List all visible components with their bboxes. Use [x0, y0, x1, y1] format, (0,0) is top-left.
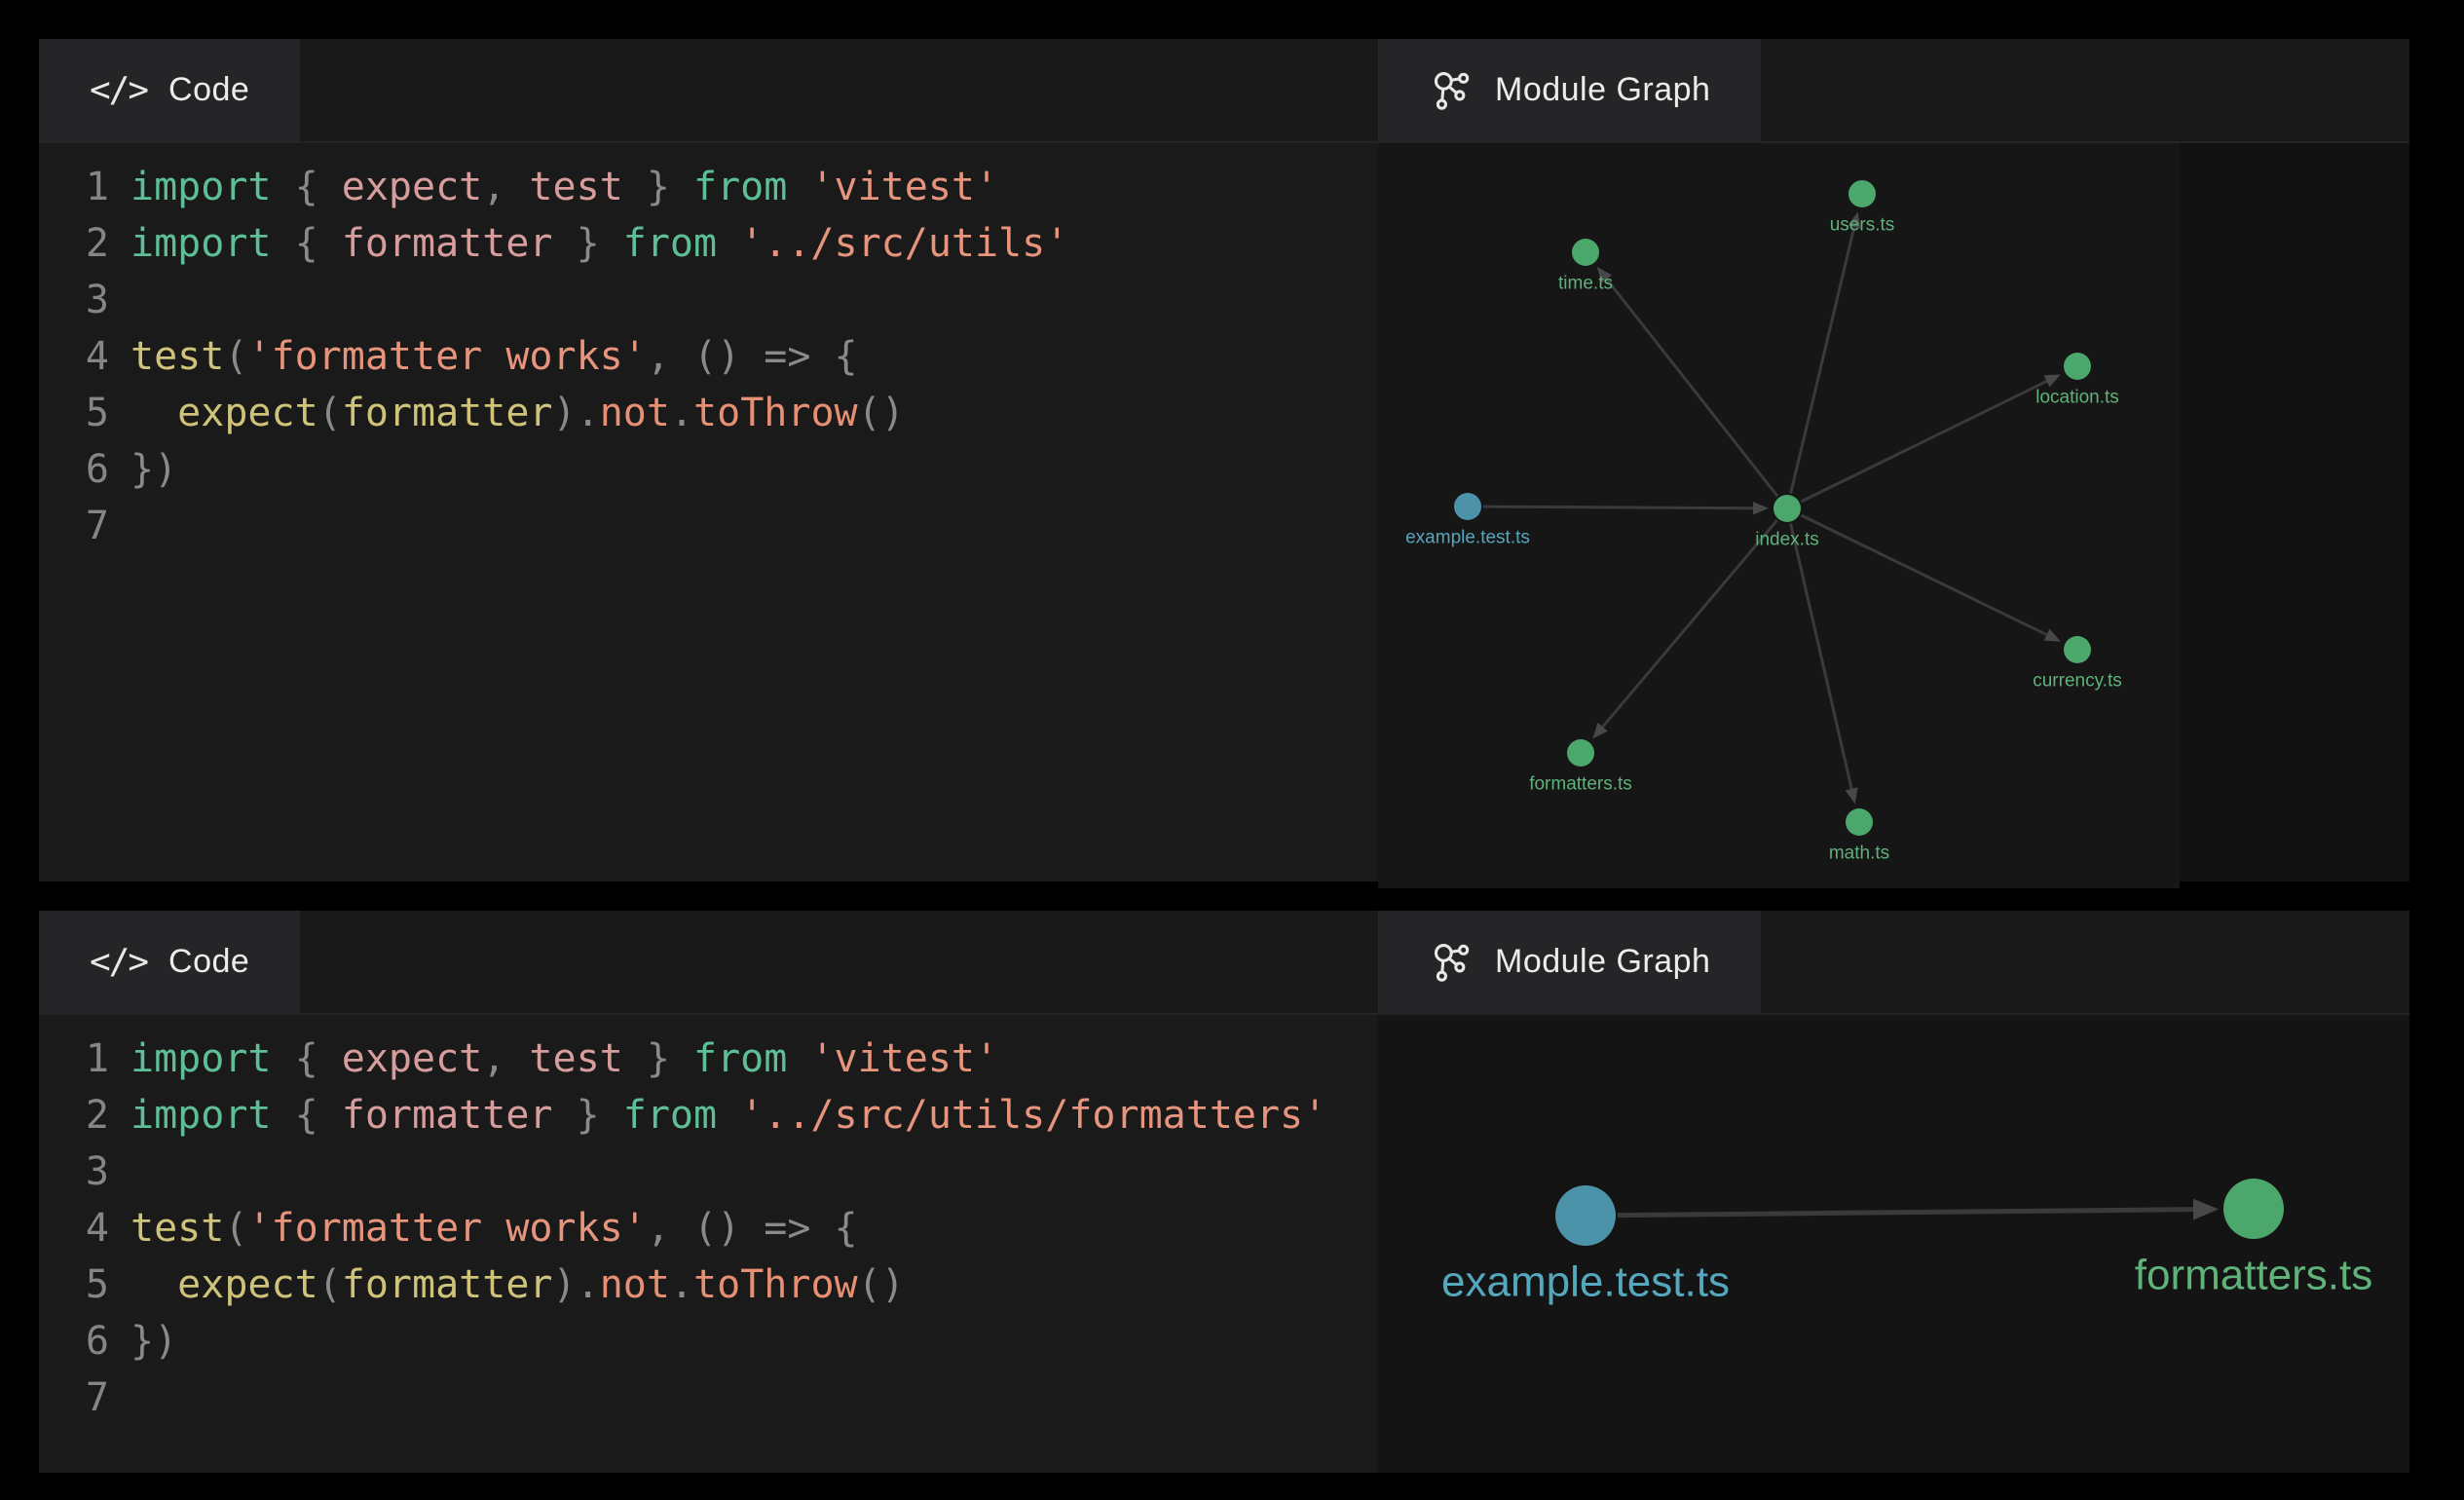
line-number: 6	[39, 441, 109, 498]
code-line: 1 import { expect, test } from 'vitest'	[39, 1031, 1378, 1087]
code-line: 3	[39, 1144, 1378, 1200]
graph-node-label: currency.ts	[2033, 671, 2122, 692]
code-top-tabbar: </> Code	[39, 39, 1378, 141]
code-line: 5 expect(formatter).not.toThrow()	[39, 1256, 1378, 1313]
code-line-text: test('formatter works', () => {	[131, 1200, 858, 1256]
module-graph-area-bottom: example.test.ts formatters.ts	[1378, 1013, 2409, 1473]
tab-code-top[interactable]: </> Code	[39, 39, 300, 141]
line-number: 7	[39, 1369, 109, 1426]
tab-code-bottom[interactable]: </> Code	[39, 911, 300, 1013]
graph-node-example.test.ts[interactable]	[1454, 493, 1481, 520]
line-number: 5	[39, 385, 109, 441]
module-graph-icon	[1429, 68, 1474, 113]
code-line: 1 import { expect, test } from 'vitest'	[39, 159, 1378, 215]
code-line: 7	[39, 1369, 1378, 1426]
graph-node-location.ts[interactable]	[2064, 353, 2091, 380]
graph-bottom-tabbar: Module Graph	[1378, 911, 2409, 1013]
code-line-text: })	[131, 441, 177, 498]
graph-node-label: example.test.ts	[1405, 528, 1530, 548]
graph-node-example.test.ts[interactable]	[1555, 1185, 1616, 1246]
line-number: 7	[39, 498, 109, 554]
code-line-text: expect(formatter).not.toThrow()	[131, 385, 905, 441]
code-bottom-tabbar: </> Code	[39, 911, 1378, 1013]
code-editor-bottom[interactable]: 1 import { expect, test } from 'vitest' 2i…	[39, 1013, 1378, 1473]
code-line-text: expect(formatter).not.toThrow()	[131, 1256, 905, 1313]
tab-module-graph-label: Module Graph	[1495, 943, 1710, 981]
tab-module-graph-top[interactable]: Module Graph	[1378, 39, 1761, 141]
module-graph-svg: users.ts time.ts location.ts example.test.t…	[1378, 143, 2180, 888]
module-graph-svg: example.test.ts formatters.ts	[1378, 1015, 2409, 1473]
graph-node-label: example.test.ts	[1441, 1257, 1730, 1305]
graph-node-label: users.ts	[1830, 215, 1895, 236]
graph-node-label: math.ts	[1829, 844, 1889, 864]
graph-edge	[1801, 515, 2046, 635]
line-number: 5	[39, 1256, 109, 1313]
code-panel-bottom: </> Code 1 import { expect, test } from '…	[39, 911, 1378, 1473]
module-graph-panel-top: Module Graph users.ts time.ts location.ts e…	[1378, 39, 2409, 881]
line-number: 4	[39, 1200, 109, 1256]
graph-edge	[1791, 524, 1852, 789]
graph-node-time.ts[interactable]	[1572, 239, 1599, 266]
graph-node-label: formatters.ts	[1529, 774, 1632, 795]
graph-node-formatters.ts[interactable]	[1567, 739, 1594, 767]
graph-node-currency.ts[interactable]	[2064, 636, 2091, 663]
code-line: 3	[39, 272, 1378, 328]
module-graph-panel-bottom: Module Graph example.test.ts formatters.t…	[1378, 911, 2409, 1473]
tab-code-label: Code	[168, 943, 249, 981]
graph-node-formatters.ts[interactable]	[2223, 1179, 2284, 1239]
code-line: 7	[39, 498, 1378, 554]
code-line: 6})	[39, 441, 1378, 498]
graph-edge-arrowhead	[2193, 1199, 2219, 1220]
graph-edge	[1603, 520, 1777, 727]
code-panel-top: </> Code 1 import { expect, test } from '…	[39, 39, 1378, 881]
code-line-text: import { formatter } from '../src/utils'	[131, 215, 1068, 272]
graph-node-label: location.ts	[2035, 388, 2119, 408]
module-graph-canvas-top[interactable]: users.ts time.ts location.ts example.test.t…	[1378, 143, 2180, 888]
graph-edge-arrowhead	[1753, 502, 1769, 514]
line-number: 1	[39, 159, 109, 215]
code-line-text: import { expect, test } from 'vitest'	[131, 1031, 998, 1087]
graph-edge-arrowhead	[1846, 787, 1858, 804]
graph-node-math.ts[interactable]	[1846, 808, 1873, 836]
code-line-text: import { expect, test } from 'vitest'	[131, 159, 998, 215]
code-icon: </>	[90, 70, 147, 110]
line-number: 4	[39, 328, 109, 385]
graph-edge	[1607, 280, 1777, 497]
code-line-text: })	[131, 1313, 177, 1369]
graph-edge	[1801, 381, 2046, 502]
line-number: 3	[39, 272, 109, 328]
code-line: 4 test('formatter works', () => {	[39, 1200, 1378, 1256]
line-number: 6	[39, 1313, 109, 1369]
module-graph-icon	[1429, 940, 1474, 985]
code-line: 6})	[39, 1313, 1378, 1369]
code-line: 2 import { formatter } from '../src/utils…	[39, 1087, 1378, 1144]
code-line-text: import { formatter } from '../src/utils/…	[131, 1087, 1326, 1144]
code-line: 2 import { formatter } from '../src/utils…	[39, 215, 1378, 272]
graph-node-label: formatters.ts	[2135, 1251, 2373, 1298]
module-graph-canvas-bottom[interactable]: example.test.ts formatters.ts	[1378, 1015, 2409, 1473]
line-number: 3	[39, 1144, 109, 1200]
graph-node-index.ts[interactable]	[1773, 495, 1801, 522]
line-number: 2	[39, 1087, 109, 1144]
graph-edge	[1791, 227, 1854, 493]
graph-edge	[1483, 506, 1753, 508]
tab-module-graph-label: Module Graph	[1495, 71, 1710, 109]
code-line-text: test('formatter works', () => {	[131, 328, 858, 385]
code-line: 4 test('formatter works', () => {	[39, 328, 1378, 385]
graph-node-users.ts[interactable]	[1848, 180, 1876, 207]
graph-edge	[1618, 1210, 2193, 1216]
tab-code-label: Code	[168, 71, 249, 109]
code-editor-top[interactable]: 1 import { expect, test } from 'vitest' 2i…	[39, 141, 1378, 881]
line-number: 1	[39, 1031, 109, 1087]
module-graph-area-top: users.ts time.ts location.ts example.test.t…	[1378, 141, 2409, 881]
line-number: 2	[39, 215, 109, 272]
code-line: 5 expect(formatter).not.toThrow()	[39, 385, 1378, 441]
graph-top-tabbar: Module Graph	[1378, 39, 2409, 141]
tab-module-graph-bottom[interactable]: Module Graph	[1378, 911, 1761, 1013]
graph-node-label: index.ts	[1755, 530, 1818, 550]
graph-node-label: time.ts	[1558, 274, 1613, 294]
code-icon: </>	[90, 942, 147, 982]
